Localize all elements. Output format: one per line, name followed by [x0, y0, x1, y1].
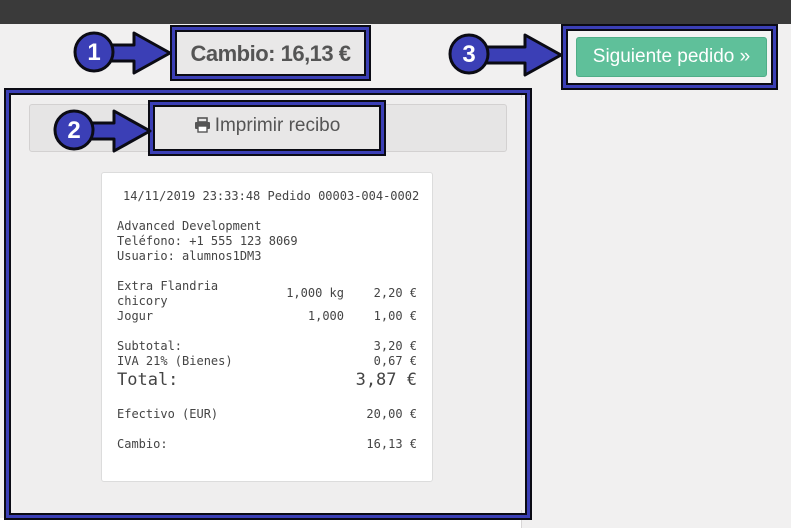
total-value: 3,87 € — [355, 370, 417, 390]
line-item-qty: 1,000 kg — [286, 286, 344, 300]
receipt-company: Advanced Development — [117, 219, 262, 233]
change-label: Cambio: — [117, 437, 168, 451]
tax-value: 0,67 € — [373, 354, 417, 368]
callout-3: 3 — [448, 33, 563, 77]
tax-label: IVA 21% (Bienes) — [117, 354, 233, 368]
subtotal-label: Subtotal: — [117, 339, 183, 353]
print-receipt-label: Imprimir recibo — [214, 115, 341, 136]
change-amount-title: Cambio: 16,13 € — [190, 41, 351, 66]
line-item-name-cont: chicory — [117, 294, 168, 308]
next-order-highlight: Siguiente pedido » — [563, 26, 776, 88]
line-item-name: Extra Flandria — [117, 279, 219, 293]
line-item-price: 2,20 € — [373, 286, 417, 300]
top-bar — [0, 0, 791, 24]
print-receipt-highlight: Imprimir recibo — [150, 102, 384, 154]
receipt: 14/11/2019 23:33:48 Pedido 00003-004-000… — [101, 172, 433, 482]
callout-1: 1 — [73, 31, 172, 75]
line-item-price: 1,00 € — [373, 309, 417, 323]
footer-strip — [0, 518, 521, 528]
payment-label: Efectivo (EUR) — [117, 407, 219, 421]
callout-number: 1 — [87, 39, 100, 66]
line-item-qty: 1,000 — [307, 309, 344, 323]
change-value: 16,13 € — [366, 437, 417, 451]
next-order-button[interactable]: Siguiente pedido » — [576, 37, 767, 77]
print-receipt-button[interactable]: Imprimir recibo — [153, 115, 381, 137]
total-label: Total: — [117, 370, 179, 390]
callout-2: 2 — [53, 109, 152, 153]
subtotal-value: 3,20 € — [373, 339, 417, 353]
print-icon — [194, 117, 210, 133]
receipt-header: 14/11/2019 23:33:48 Pedido 00003-004-000… — [123, 189, 420, 203]
line-item-name: Jogur — [117, 309, 154, 323]
receipt-phone: Teléfono: +1 555 123 8069 — [117, 234, 298, 248]
callout-number: 2 — [67, 117, 80, 144]
cambio-highlight: Cambio: 16,13 € — [172, 27, 369, 79]
receipt-user: Usuario: alumnos1DM3 — [117, 249, 262, 263]
callout-number: 3 — [462, 41, 475, 68]
payment-value: 20,00 € — [366, 407, 417, 421]
arrow-right-icon — [475, 33, 563, 77]
